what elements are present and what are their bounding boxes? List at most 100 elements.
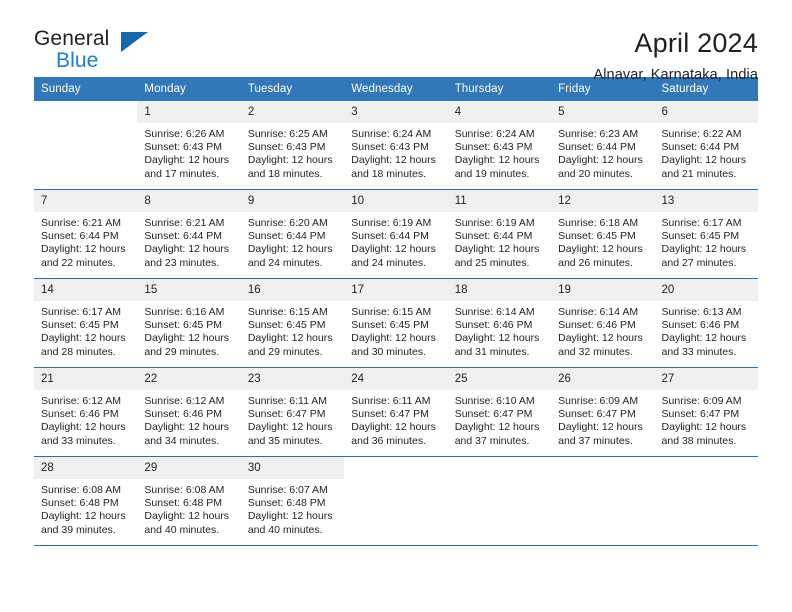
calendar-cell	[551, 456, 655, 545]
logo-text-blue: Blue	[56, 49, 99, 72]
daylight-text-line2: and 40 minutes.	[247, 523, 323, 536]
day-cell[interactable]: 27 Sunrise: 6:09 AM Sunset: 6:47 PM Dayligh…	[654, 368, 758, 456]
calendar-cell: 18 Sunrise: 6:14 AM Sunset: 6:46 PM Dayligh…	[447, 278, 552, 368]
day-info: Sunrise: 6:17 AM Sunset: 6:45 PM Daylight:…	[34, 301, 137, 359]
sunset-text: Sunset: 6:45 PM	[351, 319, 429, 332]
day-cell[interactable]: 15 Sunrise: 6:16 AM Sunset: 6:45 PM Dayligh…	[137, 279, 241, 367]
day-info: Sunrise: 6:21 AM Sunset: 6:44 PM Daylight:…	[137, 212, 240, 270]
day-info: Sunrise: 6:15 AM Sunset: 6:45 PM Daylight:…	[344, 301, 447, 359]
day-number: 13	[654, 190, 758, 212]
daylight-text-line1: Daylight: 12 hours	[351, 154, 436, 167]
day-info: Sunrise: 6:24 AM Sunset: 6:43 PM Daylight:…	[344, 123, 447, 181]
daylight-text-line1: Daylight: 12 hours	[558, 421, 643, 434]
daylight-text-line2: and 29 minutes.	[144, 345, 220, 358]
day-cell[interactable]: 10 Sunrise: 6:19 AM Sunset: 6:44 PM Dayligh…	[344, 190, 448, 278]
daylight-text-line1: Daylight: 12 hours	[41, 510, 126, 523]
sunrise-text: Sunrise: 6:19 AM	[351, 217, 432, 229]
day-info: Sunrise: 6:22 AM Sunset: 6:44 PM Daylight:…	[655, 123, 758, 181]
daylight-text-line2: and 29 minutes.	[247, 345, 323, 358]
calendar-cell	[34, 101, 137, 190]
weekday-header-wednesday: Wednesday	[344, 77, 448, 101]
daylight-text-line2: and 40 minutes.	[144, 523, 220, 536]
day-cell[interactable]: 22 Sunrise: 6:12 AM Sunset: 6:46 PM Dayligh…	[137, 368, 241, 456]
day-cell[interactable]: 19 Sunrise: 6:14 AM Sunset: 6:46 PM Dayligh…	[551, 279, 655, 367]
day-cell-empty	[34, 101, 137, 189]
daylight-text-line1: Daylight: 12 hours	[247, 332, 333, 345]
day-cell[interactable]: 9 Sunrise: 6:20 AM Sunset: 6:44 PM Daylight…	[240, 190, 345, 278]
calendar-page: General Blue April 2024 Alnavar, Karnata…	[0, 0, 792, 612]
calendar-cell: 8 Sunrise: 6:21 AM Sunset: 6:44 PM Daylight…	[137, 189, 241, 279]
day-cell[interactable]: 5 Sunrise: 6:23 AM Sunset: 6:44 PM Daylight…	[551, 101, 655, 189]
day-number: 30	[240, 457, 345, 479]
day-cell[interactable]: 4 Sunrise: 6:24 AM Sunset: 6:43 PM Daylight…	[447, 101, 552, 189]
daylight-text-line1: Daylight: 12 hours	[661, 154, 747, 167]
daylight-text-line2: and 18 minutes.	[351, 167, 426, 180]
day-number: 29	[137, 457, 241, 479]
day-info: Sunrise: 6:14 AM Sunset: 6:46 PM Daylight:…	[448, 301, 551, 359]
day-cell[interactable]: 13 Sunrise: 6:17 AM Sunset: 6:45 PM Dayligh…	[654, 190, 758, 278]
sunrise-text: Sunrise: 6:21 AM	[41, 217, 121, 229]
daylight-text-line1: Daylight: 12 hours	[351, 332, 436, 345]
day-cell[interactable]: 14 Sunrise: 6:17 AM Sunset: 6:45 PM Dayligh…	[34, 279, 138, 367]
day-info: Sunrise: 6:15 AM Sunset: 6:45 PM Daylight:…	[241, 301, 344, 359]
calendar-table: Sunday Monday Tuesday Wednesday Thursday…	[34, 77, 758, 545]
calendar-week-row: 7 Sunrise: 6:21 AM Sunset: 6:44 PM Daylight…	[34, 189, 758, 279]
weekday-header-tuesday: Tuesday	[240, 77, 345, 101]
day-number: 18	[447, 279, 552, 301]
calendar-cell: 19 Sunrise: 6:14 AM Sunset: 6:46 PM Dayligh…	[551, 278, 655, 368]
sunset-text: Sunset: 6:46 PM	[144, 408, 223, 421]
day-cell[interactable]: 16 Sunrise: 6:15 AM Sunset: 6:45 PM Dayligh…	[240, 279, 345, 367]
day-cell[interactable]: 6 Sunrise: 6:22 AM Sunset: 6:44 PM Daylight…	[654, 101, 758, 189]
calendar-cell	[654, 456, 758, 545]
calendar-cell: 28 Sunrise: 6:08 AM Sunset: 6:48 PM Dayligh…	[34, 456, 138, 545]
day-cell[interactable]: 26 Sunrise: 6:09 AM Sunset: 6:47 PM Dayligh…	[551, 368, 655, 456]
daylight-text-line2: and 24 minutes.	[247, 256, 323, 269]
daylight-text-line2: and 21 minutes.	[661, 167, 737, 180]
sunset-text: Sunset: 6:48 PM	[247, 497, 326, 510]
day-cell[interactable]: 23 Sunrise: 6:11 AM Sunset: 6:47 PM Dayligh…	[240, 368, 345, 456]
sunrise-text: Sunrise: 6:21 AM	[144, 217, 225, 229]
sunset-text: Sunset: 6:46 PM	[454, 319, 533, 332]
sunset-text: Sunset: 6:48 PM	[144, 497, 223, 510]
sunset-text: Sunset: 6:44 PM	[144, 230, 223, 243]
day-cell[interactable]: 30 Sunrise: 6:07 AM Sunset: 6:48 PM Dayligh…	[240, 457, 345, 545]
day-cell[interactable]: 1 Sunrise: 6:26 AM Sunset: 6:43 PM Daylight…	[137, 101, 241, 189]
day-cell[interactable]: 21 Sunrise: 6:12 AM Sunset: 6:46 PM Dayligh…	[34, 368, 138, 456]
day-cell[interactable]: 24 Sunrise: 6:11 AM Sunset: 6:47 PM Dayligh…	[344, 368, 448, 456]
day-cell[interactable]: 17 Sunrise: 6:15 AM Sunset: 6:45 PM Dayligh…	[344, 279, 448, 367]
daylight-text-line2: and 35 minutes.	[247, 434, 323, 447]
day-cell[interactable]: 7 Sunrise: 6:21 AM Sunset: 6:44 PM Daylight…	[34, 190, 138, 278]
sunset-text: Sunset: 6:43 PM	[454, 141, 533, 154]
calendar-week-row: 28 Sunrise: 6:08 AM Sunset: 6:48 PM Dayligh…	[34, 456, 758, 545]
day-number: 23	[240, 368, 345, 390]
day-cell[interactable]: 11 Sunrise: 6:19 AM Sunset: 6:44 PM Dayligh…	[447, 190, 552, 278]
sunset-text: Sunset: 6:43 PM	[247, 141, 326, 154]
day-info: Sunrise: 6:11 AM Sunset: 6:47 PM Daylight:…	[241, 390, 344, 448]
day-number	[655, 457, 758, 479]
day-number: 27	[654, 368, 758, 390]
day-cell[interactable]: 20 Sunrise: 6:13 AM Sunset: 6:46 PM Dayligh…	[654, 279, 758, 367]
sunset-text: Sunset: 6:47 PM	[454, 408, 533, 421]
calendar-cell: 4 Sunrise: 6:24 AM Sunset: 6:43 PM Daylight…	[447, 101, 552, 190]
sunrise-text: Sunrise: 6:16 AM	[144, 306, 225, 318]
sunrise-text: Sunrise: 6:20 AM	[247, 217, 328, 229]
day-cell[interactable]: 18 Sunrise: 6:14 AM Sunset: 6:46 PM Dayligh…	[447, 279, 552, 367]
day-cell[interactable]: 28 Sunrise: 6:08 AM Sunset: 6:48 PM Dayligh…	[34, 457, 138, 545]
day-number: 1	[137, 101, 241, 123]
calendar-cell: 23 Sunrise: 6:11 AM Sunset: 6:47 PM Dayligh…	[240, 367, 345, 457]
daylight-text-line1: Daylight: 12 hours	[661, 243, 747, 256]
daylight-text-line1: Daylight: 12 hours	[41, 421, 126, 434]
day-cell[interactable]: 8 Sunrise: 6:21 AM Sunset: 6:44 PM Daylight…	[137, 190, 241, 278]
day-cell[interactable]: 29 Sunrise: 6:08 AM Sunset: 6:48 PM Dayligh…	[137, 457, 241, 545]
sunrise-text: Sunrise: 6:18 AM	[558, 217, 639, 229]
day-cell[interactable]: 2 Sunrise: 6:25 AM Sunset: 6:43 PM Daylight…	[240, 101, 345, 189]
day-info: Sunrise: 6:12 AM Sunset: 6:46 PM Daylight:…	[137, 390, 240, 448]
day-cell[interactable]: 12 Sunrise: 6:18 AM Sunset: 6:45 PM Dayligh…	[551, 190, 655, 278]
day-cell[interactable]: 3 Sunrise: 6:24 AM Sunset: 6:43 PM Daylight…	[344, 101, 448, 189]
daylight-text-line2: and 33 minutes.	[661, 345, 737, 358]
day-number: 10	[344, 190, 448, 212]
sunset-text: Sunset: 6:48 PM	[41, 497, 119, 510]
daylight-text-line2: and 23 minutes.	[144, 256, 220, 269]
day-cell[interactable]: 25 Sunrise: 6:10 AM Sunset: 6:47 PM Dayligh…	[447, 368, 552, 456]
daylight-text-line2: and 31 minutes.	[454, 345, 530, 358]
